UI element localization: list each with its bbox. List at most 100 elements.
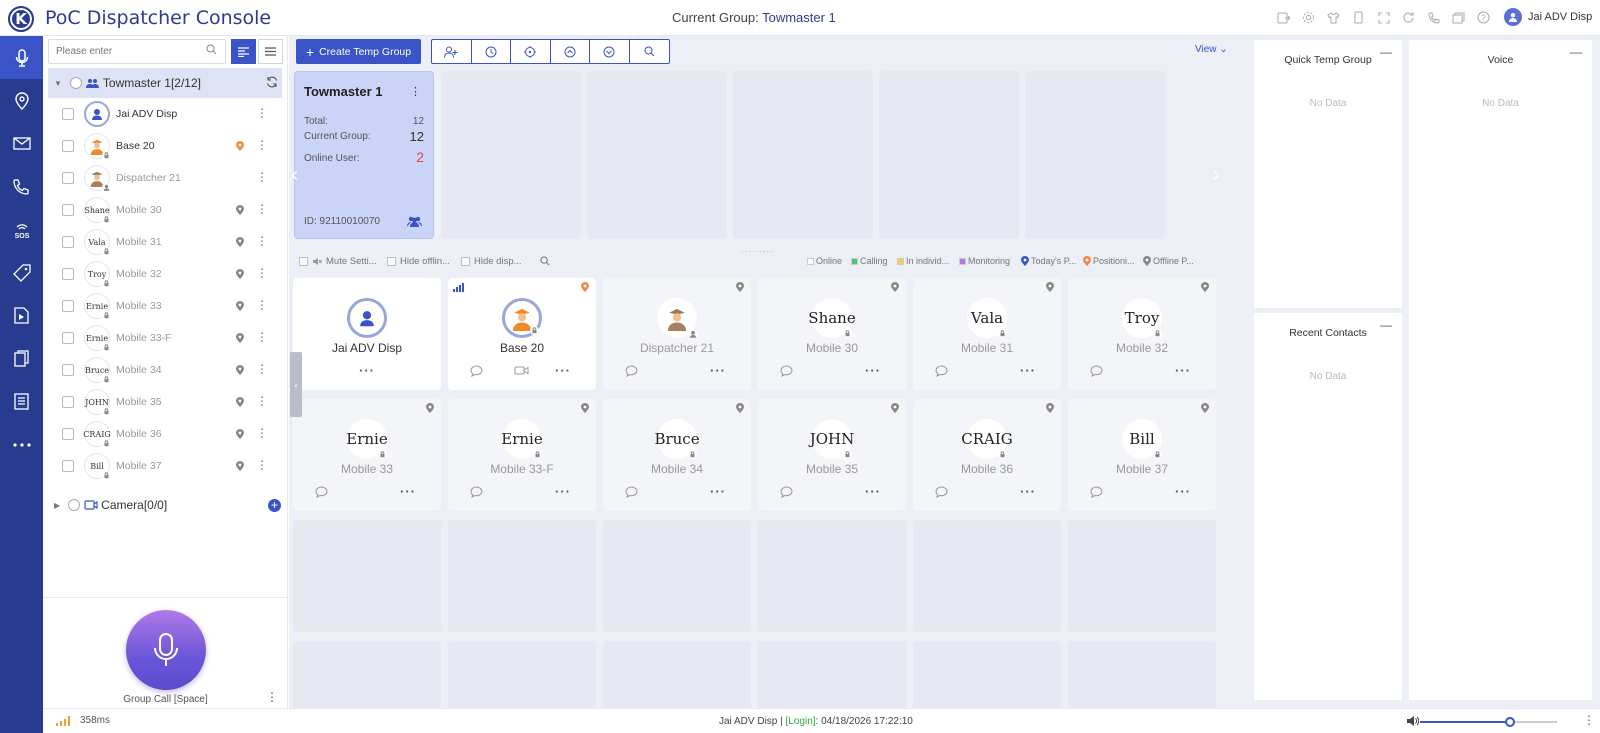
- offline-pin-icon[interactable]: [1201, 282, 1209, 292]
- member-card[interactable]: Jai ADV Disp ···: [293, 278, 441, 390]
- member-row[interactable]: Ernie Mobile 33 ⋮: [48, 290, 282, 322]
- message-icon[interactable]: [625, 486, 638, 498]
- offline-pin-icon[interactable]: [736, 282, 744, 292]
- nav-sos[interactable]: SOS: [0, 208, 43, 251]
- member-card[interactable]: Ernie Mobile 33 ···: [293, 399, 441, 511]
- camera-row[interactable]: ▶ Camera[0/0] +: [48, 490, 282, 520]
- message-icon[interactable]: [780, 365, 793, 377]
- message-icon[interactable]: [780, 486, 793, 498]
- member-card-menu-icon[interactable]: ···: [865, 484, 881, 499]
- member-menu-icon[interactable]: ⋮: [256, 139, 268, 151]
- clock-icon[interactable]: [472, 40, 511, 63]
- message-icon[interactable]: [1090, 365, 1103, 377]
- member-checkbox[interactable]: [62, 364, 74, 376]
- member-checkbox[interactable]: [62, 332, 74, 344]
- member-menu-icon[interactable]: ⋮: [256, 171, 268, 183]
- member-row[interactable]: CRAIG Mobile 36 ⋮: [48, 418, 282, 450]
- member-card-menu-icon[interactable]: ···: [1175, 484, 1191, 499]
- member-row[interactable]: Shane Mobile 30 ⋮: [48, 194, 282, 226]
- offline-pin-icon[interactable]: [236, 429, 244, 439]
- member-checkbox[interactable]: [62, 204, 74, 216]
- member-card-menu-icon[interactable]: ···: [1175, 363, 1191, 378]
- member-card[interactable]: Dispatcher 21 ···: [603, 278, 751, 390]
- member-checkbox[interactable]: [62, 300, 74, 312]
- group-radio[interactable]: [69, 77, 82, 89]
- member-card-menu-icon[interactable]: ···: [400, 484, 416, 499]
- help-icon[interactable]: ?: [1475, 9, 1492, 26]
- member-card-menu-icon[interactable]: ···: [555, 363, 571, 378]
- member-checkbox[interactable]: [62, 460, 74, 472]
- nav-voice[interactable]: [0, 36, 43, 79]
- create-temp-group-button[interactable]: + Create Temp Group: [296, 39, 421, 64]
- offline-pin-icon[interactable]: [236, 397, 244, 407]
- view-dropdown[interactable]: View ⌄: [1195, 44, 1228, 55]
- carousel-prev-icon[interactable]: ‹: [290, 163, 299, 188]
- user-menu[interactable]: Jai ADV Disp: [1504, 8, 1592, 26]
- member-menu-icon[interactable]: ⋮: [256, 107, 268, 119]
- hide-dispatcher-filter[interactable]: Hide disp...: [461, 256, 522, 267]
- member-menu-icon[interactable]: ⋮: [256, 427, 268, 439]
- member-card-menu-icon[interactable]: ···: [1020, 484, 1036, 499]
- member-row[interactable]: Dispatcher 21 ⋮: [48, 162, 282, 194]
- member-checkbox[interactable]: [62, 172, 74, 184]
- volume-knob[interactable]: [1505, 717, 1516, 727]
- nav-calls[interactable]: [0, 165, 43, 208]
- add-camera-button[interactable]: +: [268, 499, 281, 512]
- minimize-icon[interactable]: —: [1380, 45, 1392, 59]
- member-menu-icon[interactable]: ⋮: [256, 203, 268, 215]
- member-menu-icon[interactable]: ⋮: [256, 331, 268, 343]
- shirt-icon[interactable]: [1325, 9, 1342, 26]
- member-checkbox[interactable]: [62, 268, 74, 280]
- hide-offline-checkbox[interactable]: [387, 257, 396, 266]
- status-menu-icon[interactable]: ⋮: [1583, 713, 1595, 727]
- member-row[interactable]: Vala Mobile 31 ⋮: [48, 226, 282, 258]
- member-row[interactable]: Base 20 ⋮: [48, 130, 282, 162]
- offline-pin-icon[interactable]: [236, 301, 244, 311]
- offline-pin-icon[interactable]: [236, 205, 244, 215]
- collapse-sidebar-handle[interactable]: ‹: [290, 352, 302, 417]
- member-menu-icon[interactable]: ⋮: [256, 235, 268, 247]
- member-card-menu-icon[interactable]: ···: [555, 484, 571, 499]
- group-row[interactable]: ▼ Towmaster 1[2/12]: [48, 68, 282, 98]
- search-input[interactable]: [48, 39, 226, 64]
- member-menu-icon[interactable]: ⋮: [256, 363, 268, 375]
- mobile-icon[interactable]: [1350, 9, 1367, 26]
- nav-media[interactable]: [0, 294, 43, 337]
- expand-arrow-icon[interactable]: ▼: [54, 79, 62, 88]
- group-call-button[interactable]: [126, 610, 206, 690]
- message-icon[interactable]: [625, 365, 638, 377]
- settings-icon[interactable]: [1300, 9, 1317, 26]
- tree-view-button[interactable]: [231, 39, 256, 64]
- carousel-next-icon[interactable]: ›: [1212, 163, 1221, 188]
- video-call-icon[interactable]: [514, 365, 529, 376]
- minimize-icon[interactable]: —: [1380, 318, 1392, 332]
- call-options-icon[interactable]: ⋮: [266, 690, 278, 704]
- target-icon[interactable]: [511, 40, 551, 63]
- member-checkbox[interactable]: [62, 236, 74, 248]
- nav-message[interactable]: [0, 122, 43, 165]
- member-card-menu-icon[interactable]: ···: [1020, 363, 1036, 378]
- camera-radio[interactable]: [68, 499, 81, 511]
- member-card[interactable]: Base 20 ···: [448, 278, 596, 390]
- mute-setting-filter[interactable]: Mute Setti...: [299, 256, 377, 267]
- refresh-icon[interactable]: [1400, 9, 1417, 26]
- member-checkbox[interactable]: [62, 396, 74, 408]
- export-icon[interactable]: [1275, 9, 1292, 26]
- nav-more[interactable]: [0, 423, 43, 466]
- offline-pin-icon[interactable]: [236, 269, 244, 279]
- hide-offline-filter[interactable]: Hide offlin...: [387, 256, 450, 267]
- member-card[interactable]: Shane Mobile 30 ···: [758, 278, 906, 390]
- message-icon[interactable]: [470, 486, 483, 498]
- member-card-menu-icon[interactable]: ···: [710, 363, 726, 378]
- member-card[interactable]: Bruce Mobile 34 ···: [603, 399, 751, 511]
- member-card[interactable]: CRAIG Mobile 36 ···: [913, 399, 1061, 511]
- list-view-button[interactable]: [258, 39, 283, 64]
- offline-pin-icon[interactable]: [236, 237, 244, 247]
- group-members-icon[interactable]: [407, 216, 422, 227]
- offline-pin-icon[interactable]: [426, 403, 434, 413]
- message-icon[interactable]: [935, 365, 948, 377]
- search-icon[interactable]: [630, 40, 670, 63]
- nav-tags[interactable]: [0, 251, 43, 294]
- hide-dispatcher-checkbox[interactable]: [461, 257, 470, 266]
- expand-down-icon[interactable]: [590, 40, 630, 63]
